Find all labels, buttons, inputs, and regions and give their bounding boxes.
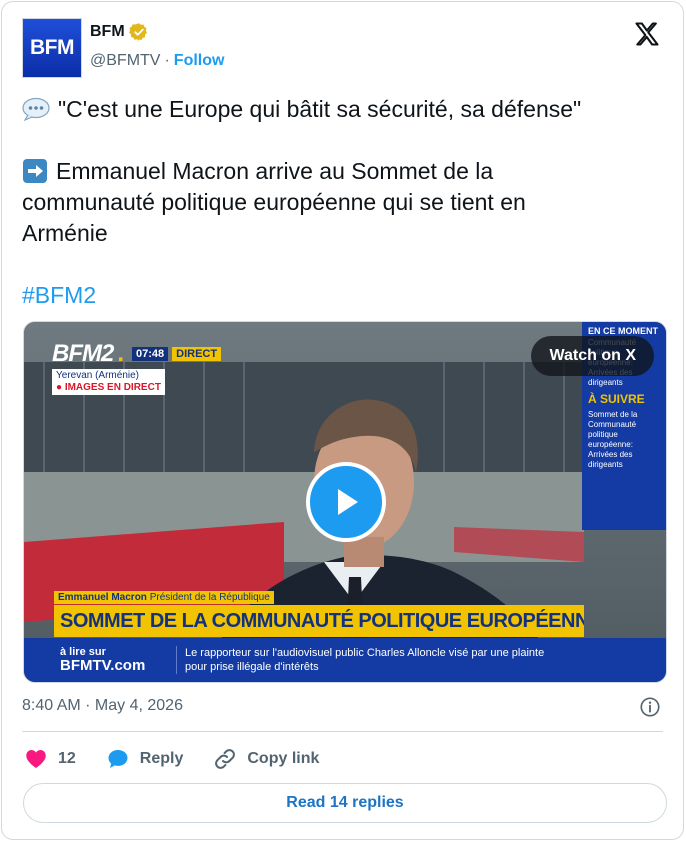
broadcast-time: 07:48 — [132, 347, 169, 361]
avatar-text: BFM — [30, 36, 75, 59]
speech-bubble-icon — [22, 97, 50, 121]
read-replies-button[interactable]: Read 14 replies — [23, 783, 667, 823]
author-name-row: BFM — [90, 22, 149, 42]
ticker-news: Le rapporteur sur l'audiovisuel public C… — [176, 646, 544, 674]
author-handle-row: @BFMTV · Follow — [90, 52, 224, 70]
follow-button[interactable]: Follow — [174, 52, 225, 70]
link-icon — [215, 749, 236, 769]
side-next-label: À SUIVRE — [588, 392, 645, 406]
ticker-line-1: Le rapporteur sur l'audiovisuel public C… — [185, 647, 545, 659]
channel-dot: . — [117, 340, 125, 367]
location-box: Yerevan (Arménie) ● IMAGES EN DIRECT — [52, 369, 165, 395]
right-arrow-icon — [23, 159, 47, 183]
headline-banner: SOMMET DE LA COMMUNAUTÉ POLITIQUE EUROPÉ… — [54, 605, 584, 637]
likes-count: 12 — [58, 750, 76, 767]
tweet-body-line-1: Emmanuel Macron arrive au Sommet de la — [56, 158, 494, 184]
tweet-text: "C'est une Europe qui bâtit sa sécurité,… — [22, 94, 662, 311]
avatar[interactable]: BFM — [22, 18, 82, 78]
verified-badge-icon — [128, 23, 147, 41]
side-header: EN CE MOMENT — [588, 326, 659, 336]
live-label: ● IMAGES EN DIRECT — [56, 382, 161, 393]
author-name[interactable]: BFM — [90, 23, 125, 41]
tweet-line-quote: "C'est une Europe qui bâtit sa sécurité,… — [22, 94, 662, 125]
like-button[interactable]: 12 — [24, 747, 76, 771]
copy-link-button[interactable]: Copy link — [213, 747, 319, 771]
video-player[interactable]: BFM2 . 07:48 DIRECT Yerevan (Arménie) ● … — [23, 321, 667, 683]
ticker-brand: à lire sur BFMTV.com — [24, 646, 176, 674]
watch-on-x-button[interactable]: Watch on X — [531, 336, 654, 376]
copy-link-label: Copy link — [247, 750, 320, 767]
tweet-timestamp[interactable]: 8:40 AM · May 4, 2026 — [22, 697, 183, 715]
reply-label: Reply — [139, 750, 184, 767]
play-button[interactable] — [306, 462, 386, 542]
tweet-body-line-2: communauté politique européenne qui se t… — [22, 189, 526, 215]
tweet-card: BFM BFM @BFMTV · Follow "C'est une Europ… — [1, 1, 684, 840]
tweet-body-line-3: Arménie — [22, 220, 108, 246]
speaker-name: Emmanuel Macron — [58, 592, 147, 603]
reply-button[interactable]: Reply — [106, 747, 184, 771]
play-icon — [338, 489, 358, 515]
handle-separator: · — [164, 52, 170, 69]
heart-icon — [26, 750, 46, 768]
speaker-caption: Emmanuel Macron Président de la Républiq… — [54, 591, 274, 604]
tweet-quote-text: "C'est une Europe qui bâtit sa sécurité,… — [58, 96, 582, 122]
author-handle[interactable]: @BFMTV — [90, 52, 160, 70]
divider — [22, 731, 663, 732]
action-bar: 12 Reply Copy link — [24, 746, 349, 772]
direct-badge: DIRECT — [172, 347, 222, 361]
x-logo-icon[interactable] — [633, 20, 661, 48]
info-icon[interactable] — [639, 696, 661, 718]
channel-logo: BFM2 . 07:48 DIRECT — [52, 340, 222, 368]
channel-name: BFM2 — [52, 340, 114, 367]
ticker-brand-text: BFMTV.com — [60, 657, 146, 674]
tweet-line-arrow: Emmanuel Macron arrive au Sommet de la — [22, 156, 662, 187]
reply-bubble-icon — [108, 750, 128, 768]
location-text: Yerevan (Arménie) — [56, 370, 140, 381]
side-next-text: Sommet de la Communauté politique europé… — [588, 410, 638, 469]
speaker-role: Président de la République — [149, 592, 270, 603]
news-ticker: à lire sur BFMTV.com Le rapporteur sur l… — [24, 638, 666, 682]
hashtag-link[interactable]: #BFM2 — [22, 280, 662, 311]
ticker-line-2: pour prise illégale d'intérêts — [185, 661, 319, 673]
